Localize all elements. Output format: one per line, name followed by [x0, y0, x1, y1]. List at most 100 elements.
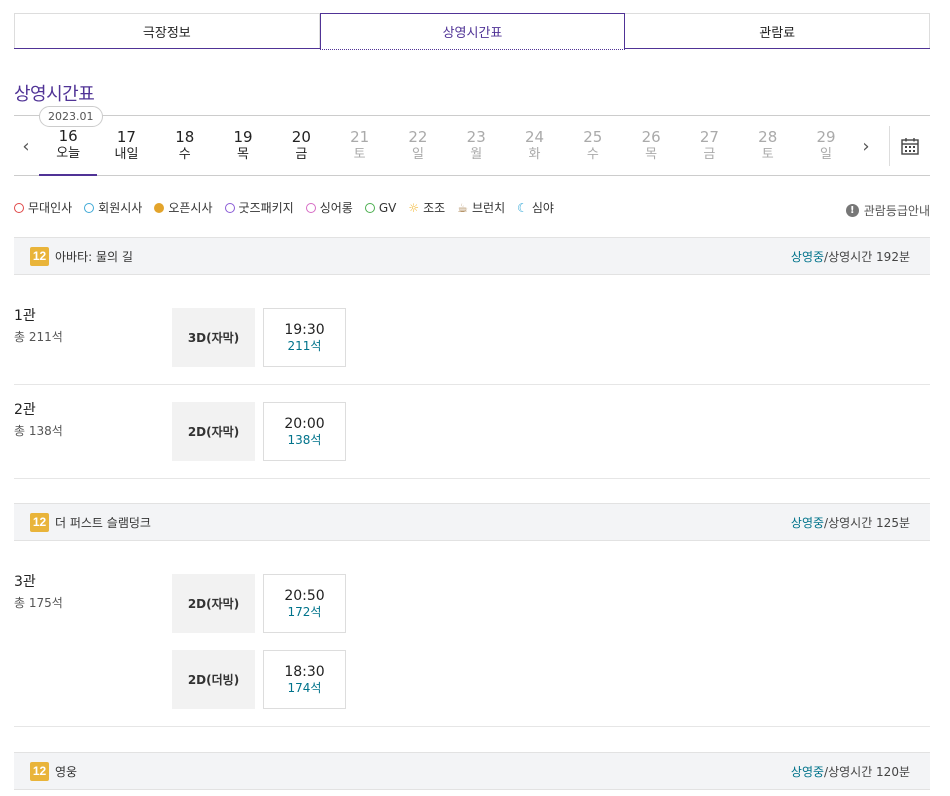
- date-item[interactable]: 23 월: [447, 116, 505, 176]
- date-number: 21: [350, 128, 370, 146]
- tab-label: 관람료: [759, 25, 796, 41]
- date-item[interactable]: 20 금: [272, 116, 330, 176]
- date-number: 26: [641, 128, 661, 146]
- showtime-button[interactable]: 20:00 138석: [263, 402, 346, 461]
- remaining-seats: 211석: [287, 338, 322, 353]
- goods-package-icon: [224, 202, 235, 213]
- age-rating-badge: 12: [30, 512, 49, 532]
- legend-label: 심야: [531, 201, 554, 215]
- movie-title[interactable]: 더 퍼스트 슬램덩크: [55, 514, 151, 531]
- hall-row: 1관 총 211석 3D(자막) 19:30 211석: [14, 275, 930, 385]
- date-item[interactable]: 25 수: [564, 116, 622, 176]
- date-weekday: 일: [411, 147, 424, 162]
- date-weekday: 월: [470, 147, 483, 162]
- date-number: 16: [58, 127, 78, 145]
- coffee-cup-icon: ☕: [457, 200, 468, 215]
- remaining-seats: 174석: [287, 680, 322, 695]
- movie-header: 12 아바타: 물의 길 상영중/상영시간 192분: [14, 237, 930, 275]
- legend-label: 오픈시사: [168, 201, 213, 215]
- date-number: 28: [758, 128, 778, 146]
- tab-theater-info[interactable]: 극장정보: [14, 13, 320, 48]
- date-item[interactable]: 27 금: [680, 116, 738, 176]
- movie-header: 12 더 퍼스트 슬램덩크 상영중/상영시간 125분: [14, 503, 930, 541]
- tab-label: 상영시간표: [442, 26, 503, 41]
- date-item[interactable]: 24 화: [505, 116, 563, 176]
- legend-item: ☕ 브런치: [457, 199, 505, 216]
- age-rating-badge: 12: [30, 761, 49, 781]
- movie-title[interactable]: 영웅: [55, 763, 77, 780]
- date-weekday: 금: [703, 147, 716, 162]
- legend-item: 굿즈패키지: [224, 199, 294, 216]
- legend-label: 조조: [423, 201, 446, 215]
- hall-name: 2관: [14, 402, 36, 418]
- date-number: 23: [466, 128, 486, 146]
- legend-label: GV: [378, 200, 397, 215]
- screen-type: 3D(자막): [172, 308, 255, 367]
- remaining-seats: 138석: [287, 432, 322, 447]
- tab-ticket-price[interactable]: 관람료: [625, 13, 931, 48]
- calendar-button[interactable]: [889, 126, 930, 166]
- hall-name: 1관: [14, 308, 36, 324]
- date-item[interactable]: 28 토: [739, 116, 797, 176]
- date-number: 18: [175, 128, 195, 146]
- moon-icon: ☾: [517, 200, 528, 215]
- date-weekday: 내일: [114, 147, 139, 162]
- legend-item: GV: [364, 200, 397, 215]
- date-item[interactable]: 26 목: [622, 116, 680, 176]
- legend-label: 싱어롱: [319, 201, 353, 215]
- movie-header: 12 영웅 상영중/상영시간 120분: [14, 752, 930, 790]
- date-item[interactable]: 21 토: [330, 116, 388, 176]
- hall-total-seats: 총 211석: [14, 330, 63, 344]
- showtime: 20:00: [284, 415, 325, 432]
- rating-guide-link[interactable]: ! 관람등급안내: [845, 202, 930, 219]
- date-number: 29: [816, 128, 836, 146]
- showtime: 20:50: [284, 587, 325, 604]
- remaining-seats: 172석: [287, 604, 322, 619]
- chevron-right-icon[interactable]: ›: [854, 116, 878, 176]
- movie-title[interactable]: 아바타: 물의 길: [55, 248, 133, 265]
- screen-type: 2D(자막): [172, 574, 255, 633]
- date-item[interactable]: 18 수: [156, 116, 214, 176]
- date-number: 17: [116, 128, 136, 146]
- date-selector: ‹ 2023.01 16 오늘 17 내일 18 수 19 목 20 금 21 토 22 일 …: [14, 106, 930, 176]
- date-item[interactable]: 29 일: [797, 116, 855, 176]
- date-item[interactable]: 19 목: [214, 116, 272, 176]
- screen-type: 2D(자막): [172, 402, 255, 461]
- legend-label: 브런치: [471, 201, 506, 215]
- member-preview-icon: [84, 202, 95, 213]
- sun-icon: ☼: [408, 200, 420, 215]
- runtime: /상영시간 120분: [824, 764, 910, 779]
- date-weekday: 화: [528, 147, 541, 162]
- theater-tabs: 극장정보 상영시간표 관람료: [14, 13, 931, 50]
- age-rating-badge: 12: [30, 246, 49, 266]
- hall-total-seats: 총 138석: [14, 424, 63, 438]
- movie-status: 상영중/상영시간 192분: [791, 248, 910, 265]
- legend-item: 회원시사: [84, 199, 142, 216]
- screening-status: 상영중: [790, 515, 825, 530]
- date-list: 16 오늘 17 내일 18 수 19 목 20 금 21 토 22 일 23 월 24 화 25…: [39, 116, 855, 176]
- legend-item: ☼ 조조: [408, 199, 445, 216]
- showtime-button[interactable]: 20:50 172석: [263, 574, 346, 633]
- date-number: 24: [524, 128, 545, 146]
- date-number: 27: [699, 128, 719, 146]
- date-number: 19: [233, 128, 253, 146]
- showtime-button[interactable]: 19:30 211석: [263, 308, 346, 367]
- stage-greeting-icon: [14, 202, 24, 213]
- tab-showtimes[interactable]: 상영시간표: [319, 13, 626, 50]
- date-weekday: 일: [820, 147, 832, 162]
- legend-label: 무대인사: [28, 201, 73, 215]
- date-item[interactable]: 17 내일: [97, 116, 155, 176]
- showtime-button[interactable]: 18:30 174석: [263, 650, 346, 709]
- rating-guide-label: 관람등급안내: [863, 204, 930, 218]
- gv-icon: [364, 202, 375, 213]
- screening-status: 상영중: [790, 249, 825, 264]
- hall-name: 3관: [14, 574, 36, 590]
- hall-total-seats: 총 175석: [14, 596, 63, 610]
- date-weekday: 토: [761, 147, 774, 162]
- chevron-left-icon[interactable]: ‹: [14, 116, 38, 176]
- date-item[interactable]: 22 일: [389, 116, 447, 176]
- singalong-icon: [305, 202, 316, 213]
- date-number: 20: [291, 128, 311, 146]
- year-month-badge: 2023.01: [39, 106, 103, 127]
- screening-status: 상영중: [790, 764, 825, 779]
